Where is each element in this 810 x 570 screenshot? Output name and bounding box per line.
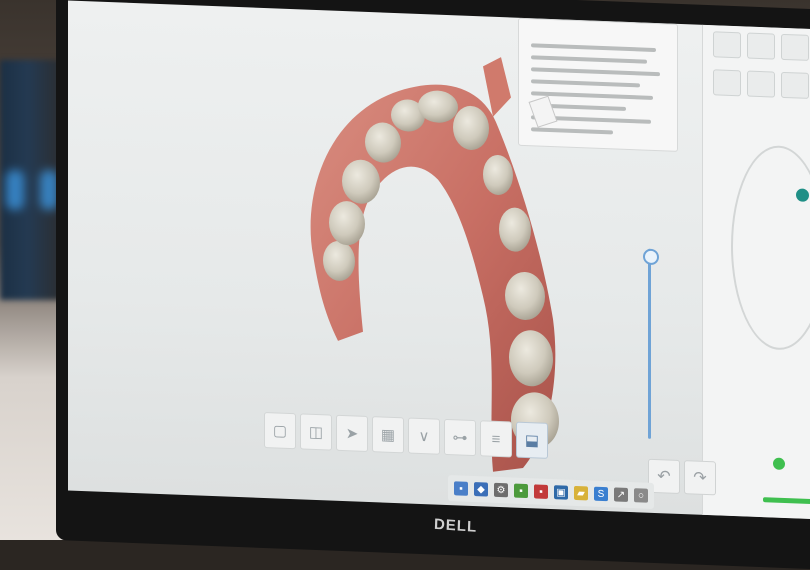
text-line	[531, 43, 657, 53]
tool-icon[interactable]	[747, 70, 775, 98]
red-app-icon[interactable]: ▪	[534, 484, 548, 499]
tool-icon[interactable]	[713, 31, 741, 59]
right-tool-panel	[702, 24, 810, 520]
cube-icon[interactable]: ▢	[264, 411, 296, 450]
share-icon[interactable]: ◆	[474, 482, 488, 497]
cube-outline-icon[interactable]: ◫	[300, 413, 332, 451]
circle-icon[interactable]: ○	[634, 488, 648, 503]
layers-icon[interactable]: ≡	[480, 420, 512, 458]
green-app-icon[interactable]: ▪	[514, 483, 528, 499]
arrow-app-icon[interactable]: ↗	[614, 487, 628, 502]
zoom-slider-track[interactable]	[648, 248, 651, 439]
redo-icon[interactable]: ↷	[684, 460, 716, 496]
rotation-ring[interactable]	[731, 143, 810, 352]
folder-icon[interactable]: ▰	[574, 485, 588, 501]
progress-bar	[763, 497, 810, 505]
scanner-icon[interactable]: ⬓	[516, 421, 548, 459]
tool-icon[interactable]	[713, 69, 741, 97]
taskbar: ▪ ◆ ⚙ ▪ ▪ ▣ ▰ S ↗ ○	[448, 475, 654, 509]
slider-icon[interactable]: ⊶	[444, 418, 476, 457]
v-trim-icon[interactable]: ∨	[408, 417, 440, 455]
scan-marker	[528, 95, 558, 128]
tool-icon[interactable]	[747, 32, 775, 60]
rotation-handle[interactable]	[796, 188, 809, 202]
grid-icon[interactable]: ▦	[372, 416, 404, 454]
zoom-slider-handle[interactable]	[643, 248, 659, 266]
blue-light	[6, 170, 24, 210]
monitor-brand-logo: DELL	[433, 515, 478, 536]
window-icon[interactable]: ▪	[454, 481, 468, 496]
tool-icon[interactable]	[781, 71, 809, 99]
arrow-icon[interactable]: ➤	[336, 414, 368, 452]
s-app-icon[interactable]: S	[594, 486, 608, 502]
building-icon[interactable]: ▣	[554, 485, 568, 500]
status-indicator	[773, 457, 785, 471]
dental-scan-app: ▢ ◫ ➤ ▦ ∨ ⊶ ≡ ⬓ ↶ ↷ ▪ ◆ ⚙ ▪ ▪ ▣ ▰ S ↗ ○	[68, 0, 810, 520]
tool-icon[interactable]	[781, 33, 809, 61]
monitor: ▢ ◫ ➤ ▦ ∨ ⊶ ≡ ⬓ ↶ ↷ ▪ ◆ ⚙ ▪ ▪ ▣ ▰ S ↗ ○ …	[56, 0, 810, 570]
settings-icon[interactable]: ⚙	[494, 482, 508, 498]
